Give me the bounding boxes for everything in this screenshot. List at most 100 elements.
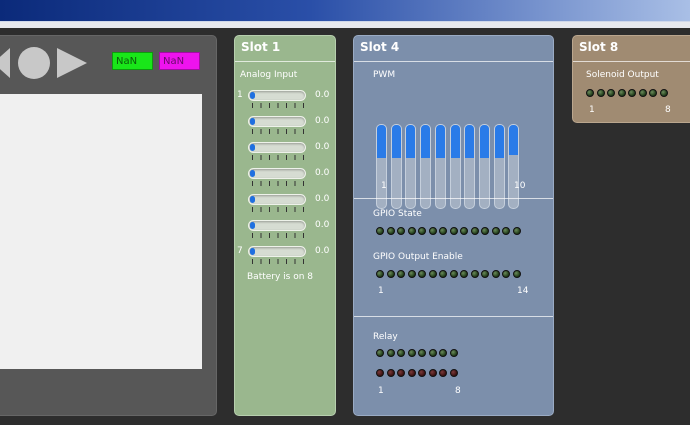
led-indicator bbox=[418, 227, 426, 235]
slider-ticks bbox=[252, 181, 304, 186]
pwm-bar-7[interactable] bbox=[464, 124, 476, 209]
led-indicator[interactable] bbox=[397, 349, 405, 357]
led-indicator bbox=[407, 227, 416, 235]
battery-status: Battery is on 8 bbox=[247, 272, 314, 282]
led-indicator bbox=[470, 227, 479, 235]
solenoid-output-label: Solenoid Output bbox=[586, 70, 659, 80]
analog-channel-5: 0.0 bbox=[248, 194, 338, 216]
led-indicator[interactable] bbox=[386, 369, 395, 377]
slider-ticks bbox=[252, 233, 304, 238]
analog-value: 0.0 bbox=[315, 194, 330, 204]
pwm-bar-8[interactable] bbox=[478, 124, 490, 209]
led-indicator[interactable] bbox=[449, 349, 458, 357]
slot-8-panel: Slot 8 Solenoid Output 1 8 bbox=[572, 35, 690, 123]
led-indicator[interactable] bbox=[449, 369, 458, 377]
pwm-bar-fill bbox=[479, 125, 489, 159]
led-indicator[interactable] bbox=[428, 270, 437, 278]
analog-slider[interactable] bbox=[248, 194, 306, 205]
relay-forward-leds bbox=[376, 349, 458, 357]
pwm-bar-1[interactable] bbox=[376, 124, 387, 209]
slot-4-title: Slot 4 bbox=[360, 40, 400, 54]
analog-slider[interactable] bbox=[248, 90, 306, 101]
analog-slider[interactable] bbox=[248, 168, 306, 179]
analog-value: 0.0 bbox=[315, 142, 330, 152]
led-indicator[interactable] bbox=[439, 349, 447, 357]
led-indicator bbox=[449, 227, 458, 235]
pwm-label: PWM bbox=[373, 70, 396, 80]
led-indicator[interactable] bbox=[376, 369, 384, 377]
led-indicator[interactable] bbox=[638, 89, 647, 97]
pwm-bar-fill bbox=[465, 125, 475, 159]
pwm-bar-9[interactable] bbox=[493, 124, 505, 209]
analog-slider[interactable] bbox=[248, 220, 306, 231]
led-indicator[interactable] bbox=[407, 349, 416, 357]
relay-start-index: 1 bbox=[378, 386, 384, 396]
led-indicator[interactable] bbox=[376, 349, 384, 357]
analog-channel-1: 0.0 bbox=[248, 90, 338, 112]
led-indicator[interactable] bbox=[418, 369, 426, 377]
analog-slider[interactable] bbox=[248, 142, 306, 153]
pwm-bar-4[interactable] bbox=[420, 124, 432, 209]
solenoid-end-index: 8 bbox=[665, 105, 671, 115]
play-icon[interactable] bbox=[57, 48, 87, 78]
led-indicator[interactable] bbox=[407, 270, 416, 278]
slider-ticks bbox=[252, 207, 304, 212]
slot-1-title: Slot 1 bbox=[241, 40, 281, 54]
led-indicator[interactable] bbox=[428, 369, 437, 377]
led-indicator[interactable] bbox=[418, 349, 426, 357]
pwm-bar-10[interactable] bbox=[508, 124, 520, 209]
led-indicator[interactable] bbox=[439, 270, 447, 278]
led-indicator[interactable] bbox=[659, 89, 668, 97]
pwm-bar-2[interactable] bbox=[390, 124, 402, 209]
led-indicator[interactable] bbox=[470, 270, 479, 278]
analog-value: 0.0 bbox=[315, 220, 330, 230]
slider-ticks bbox=[252, 155, 304, 160]
divider bbox=[573, 61, 690, 62]
status-indicator-green: NaN bbox=[112, 52, 153, 70]
led-indicator[interactable] bbox=[617, 89, 626, 97]
led-indicator[interactable] bbox=[397, 369, 405, 377]
pwm-bar-3[interactable] bbox=[405, 124, 417, 209]
led-indicator[interactable] bbox=[397, 270, 405, 278]
led-indicator[interactable] bbox=[586, 89, 594, 97]
led-indicator[interactable] bbox=[428, 349, 437, 357]
divider bbox=[354, 198, 553, 199]
led-indicator[interactable] bbox=[607, 89, 615, 97]
analog-slider[interactable] bbox=[248, 246, 306, 257]
led-indicator[interactable] bbox=[649, 89, 657, 97]
analog-slider[interactable] bbox=[248, 116, 306, 127]
relay-reverse-leds bbox=[376, 369, 458, 377]
divider bbox=[235, 61, 335, 62]
led-indicator bbox=[386, 227, 395, 235]
led-indicator[interactable] bbox=[512, 270, 521, 278]
led-indicator[interactable] bbox=[481, 270, 489, 278]
led-indicator[interactable] bbox=[449, 270, 458, 278]
pwm-bar-6[interactable] bbox=[449, 124, 461, 209]
led-indicator[interactable] bbox=[407, 369, 416, 377]
analog-input-label: Analog Input bbox=[240, 70, 298, 80]
led-indicator[interactable] bbox=[502, 270, 510, 278]
led-indicator[interactable] bbox=[460, 270, 468, 278]
gpio-end-index: 14 bbox=[517, 286, 529, 296]
pwm-bar-fill bbox=[391, 125, 401, 159]
led-indicator[interactable] bbox=[386, 270, 395, 278]
slider-ticks bbox=[252, 103, 304, 108]
led-indicator[interactable] bbox=[439, 369, 447, 377]
led-indicator[interactable] bbox=[386, 349, 395, 357]
analog-value: 0.0 bbox=[315, 246, 330, 256]
analog-value: 0.0 bbox=[315, 168, 330, 178]
led-indicator[interactable] bbox=[491, 270, 500, 278]
analog-channel-4: 0.0 bbox=[248, 168, 338, 190]
analog-first-index: 1 bbox=[237, 90, 243, 100]
led-indicator[interactable] bbox=[596, 89, 605, 97]
led-indicator[interactable] bbox=[376, 270, 384, 278]
led-indicator[interactable] bbox=[628, 89, 636, 97]
pwm-bar-5[interactable] bbox=[434, 124, 446, 209]
led-indicator bbox=[397, 227, 405, 235]
led-indicator[interactable] bbox=[418, 270, 426, 278]
stop-icon[interactable] bbox=[18, 47, 50, 79]
solenoid-leds bbox=[586, 89, 668, 97]
gpio-output-enable-label: GPIO Output Enable bbox=[373, 252, 463, 262]
led-indicator bbox=[376, 227, 384, 235]
previous-icon[interactable] bbox=[0, 48, 10, 78]
